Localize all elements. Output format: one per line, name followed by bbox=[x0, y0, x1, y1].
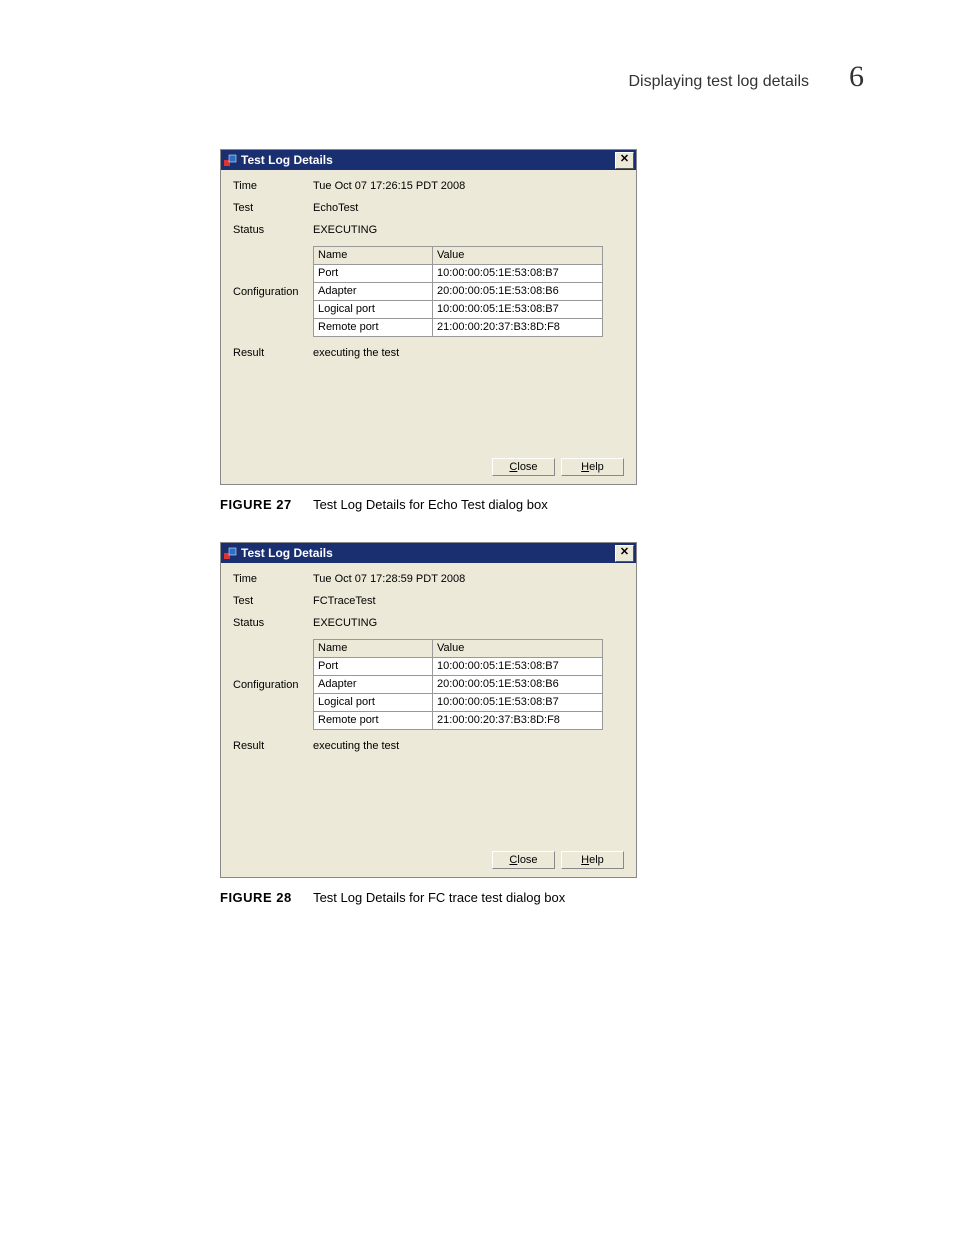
time-label: Time bbox=[233, 180, 313, 192]
config-table: Name Value Port10:00:00:05:1E:53:08:B7 A… bbox=[313, 246, 603, 337]
dialog-titlebar: Test Log Details ✕ bbox=[221, 543, 636, 563]
figure-caption: FIGURE 27 Test Log Details for Echo Test… bbox=[220, 497, 864, 512]
close-icon[interactable]: ✕ bbox=[615, 545, 634, 562]
table-row: Remote port21:00:00:20:37:B3:8D:F8 bbox=[314, 712, 603, 730]
config-table: Name Value Port10:00:00:05:1E:53:08:B7 A… bbox=[313, 639, 603, 730]
status-label: Status bbox=[233, 224, 313, 236]
result-value: executing the test bbox=[313, 347, 624, 359]
time-value: Tue Oct 07 17:26:15 PDT 2008 bbox=[313, 180, 624, 192]
figure-number: FIGURE 28 bbox=[220, 890, 292, 905]
dialog-title: Test Log Details bbox=[241, 546, 615, 560]
table-header-row: Name Value bbox=[314, 247, 603, 265]
table-row: Remote port21:00:00:20:37:B3:8D:F8 bbox=[314, 319, 603, 337]
status-value: EXECUTING bbox=[313, 224, 624, 236]
figure-caption: FIGURE 28 Test Log Details for FC trace … bbox=[220, 890, 864, 905]
table-header-row: Name Value bbox=[314, 640, 603, 658]
status-value: EXECUTING bbox=[313, 617, 624, 629]
figure-number: FIGURE 27 bbox=[220, 497, 292, 512]
test-value: FCTraceTest bbox=[313, 595, 624, 607]
dialog-title: Test Log Details bbox=[241, 153, 615, 167]
test-log-details-dialog: Test Log Details ✕ Time Tue Oct 07 17:28… bbox=[220, 542, 637, 878]
time-label: Time bbox=[233, 573, 313, 585]
result-value: executing the test bbox=[313, 740, 624, 752]
config-label: Configuration bbox=[233, 679, 313, 691]
test-value: EchoTest bbox=[313, 202, 624, 214]
header-section-text: Displaying test log details bbox=[628, 73, 809, 91]
page-header: Displaying test log details 6 bbox=[130, 60, 864, 94]
figure-caption-text: Test Log Details for Echo Test dialog bo… bbox=[313, 497, 548, 512]
table-row: Logical port10:00:00:05:1E:53:08:B7 bbox=[314, 301, 603, 319]
table-header: Name bbox=[314, 247, 433, 265]
app-icon bbox=[223, 153, 237, 167]
close-button[interactable]: Close bbox=[492, 851, 555, 869]
table-row: Adapter20:00:00:05:1E:53:08:B6 bbox=[314, 283, 603, 301]
table-row: Adapter20:00:00:05:1E:53:08:B6 bbox=[314, 676, 603, 694]
table-header: Value bbox=[433, 640, 603, 658]
test-label: Test bbox=[233, 202, 313, 214]
close-icon[interactable]: ✕ bbox=[615, 152, 634, 169]
app-icon bbox=[223, 546, 237, 560]
result-label: Result bbox=[233, 740, 313, 752]
test-label: Test bbox=[233, 595, 313, 607]
test-log-details-dialog: Test Log Details ✕ Time Tue Oct 07 17:26… bbox=[220, 149, 637, 485]
table-header: Name bbox=[314, 640, 433, 658]
table-row: Logical port10:00:00:05:1E:53:08:B7 bbox=[314, 694, 603, 712]
dialog-titlebar: Test Log Details ✕ bbox=[221, 150, 636, 170]
close-button[interactable]: Close bbox=[492, 458, 555, 476]
help-button[interactable]: Help bbox=[561, 851, 624, 869]
time-value: Tue Oct 07 17:28:59 PDT 2008 bbox=[313, 573, 624, 585]
help-button[interactable]: Help bbox=[561, 458, 624, 476]
table-row: Port10:00:00:05:1E:53:08:B7 bbox=[314, 265, 603, 283]
figure-caption-text: Test Log Details for FC trace test dialo… bbox=[313, 890, 565, 905]
header-chapter-number: 6 bbox=[849, 60, 864, 94]
table-row: Port10:00:00:05:1E:53:08:B7 bbox=[314, 658, 603, 676]
config-label: Configuration bbox=[233, 286, 313, 298]
table-header: Value bbox=[433, 247, 603, 265]
result-label: Result bbox=[233, 347, 313, 359]
status-label: Status bbox=[233, 617, 313, 629]
